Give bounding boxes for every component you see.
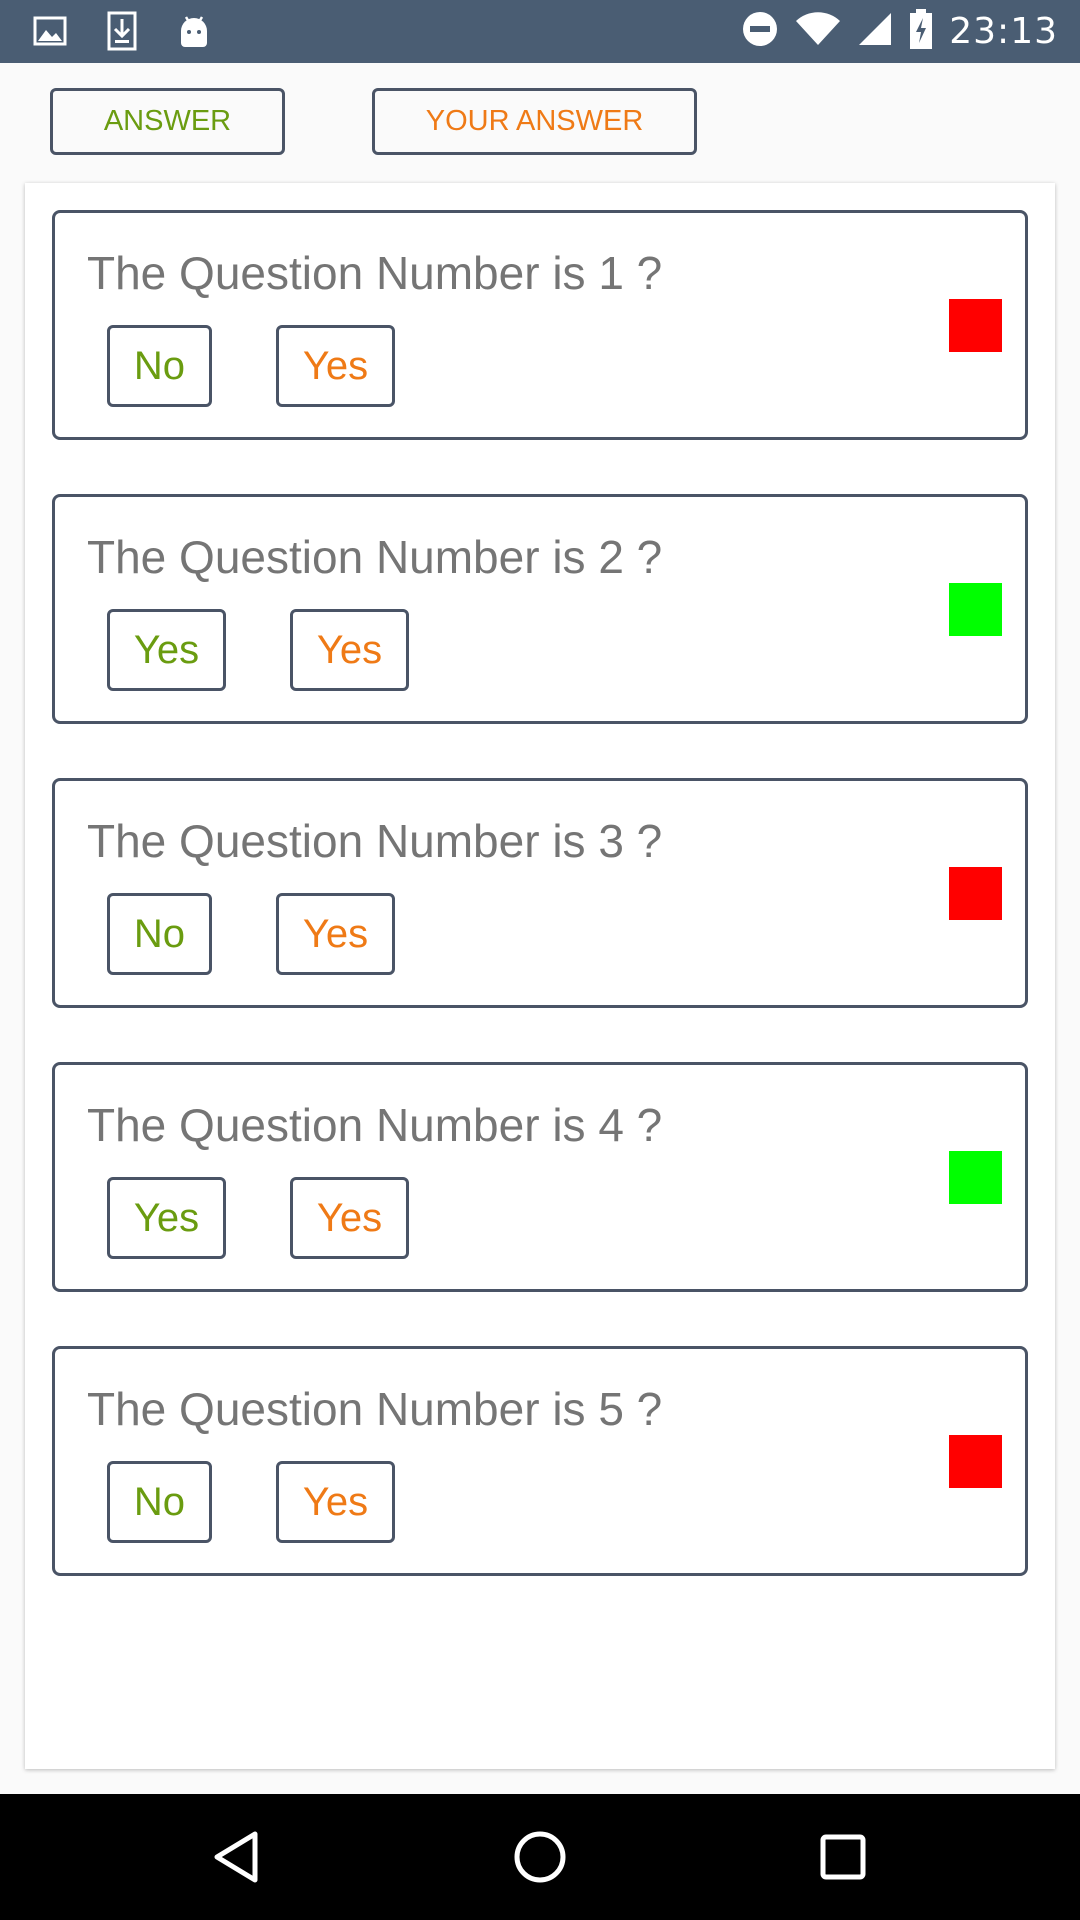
your-answer-button[interactable]: Yes xyxy=(276,1461,395,1543)
question-text: The Question Number is 3 ? xyxy=(87,815,663,867)
clock: 23:13 xyxy=(949,10,1058,52)
dnd-icon xyxy=(741,10,779,52)
question-card: The Question Number is 3 ? No Yes xyxy=(52,778,1028,1008)
your-answer-button[interactable]: Yes xyxy=(276,325,395,407)
question-text: The Question Number is 5 ? xyxy=(87,1383,663,1435)
question-card: The Question Number is 2 ? Yes Yes xyxy=(52,494,1028,724)
correct-answer-button[interactable]: No xyxy=(107,1461,212,1543)
question-list-panel: The Question Number is 1 ? No Yes The Qu… xyxy=(25,183,1055,1769)
back-icon[interactable] xyxy=(203,1824,269,1890)
correct-answer-button[interactable]: Yes xyxy=(107,1177,226,1259)
system-status: 23:13 xyxy=(741,8,1058,54)
your-answer-tab-button[interactable]: YOUR ANSWER xyxy=(372,88,697,155)
signal-icon xyxy=(857,11,893,51)
image-icon xyxy=(28,10,72,52)
correct-status-indicator xyxy=(949,583,1002,636)
correct-answer-button[interactable]: No xyxy=(107,893,212,975)
wrong-status-indicator xyxy=(949,867,1002,920)
wrong-status-indicator xyxy=(949,299,1002,352)
your-answer-button[interactable]: Yes xyxy=(290,609,409,691)
correct-status-indicator xyxy=(949,1151,1002,1204)
question-card: The Question Number is 1 ? No Yes xyxy=(52,210,1028,440)
your-answer-button[interactable]: Yes xyxy=(290,1177,409,1259)
answer-tab-button[interactable]: ANSWER xyxy=(50,88,285,155)
status-bar: 23:13 xyxy=(0,0,1080,63)
wifi-icon xyxy=(795,11,841,51)
home-icon[interactable] xyxy=(507,1824,573,1890)
wrong-status-indicator xyxy=(949,1435,1002,1488)
correct-answer-button[interactable]: Yes xyxy=(107,609,226,691)
your-answer-button[interactable]: Yes xyxy=(276,893,395,975)
correct-answer-button[interactable]: No xyxy=(107,325,212,407)
android-icon xyxy=(172,10,216,52)
question-text: The Question Number is 1 ? xyxy=(87,247,663,299)
question-card: The Question Number is 4 ? Yes Yes xyxy=(52,1062,1028,1292)
battery-charging-icon xyxy=(909,9,933,53)
navigation-bar xyxy=(0,1794,1080,1920)
download-icon xyxy=(100,10,144,52)
recents-icon[interactable] xyxy=(810,1824,876,1890)
question-text: The Question Number is 4 ? xyxy=(87,1099,663,1151)
notification-icons xyxy=(28,10,216,52)
question-card: The Question Number is 5 ? No Yes xyxy=(52,1346,1028,1576)
question-text: The Question Number is 2 ? xyxy=(87,531,663,583)
